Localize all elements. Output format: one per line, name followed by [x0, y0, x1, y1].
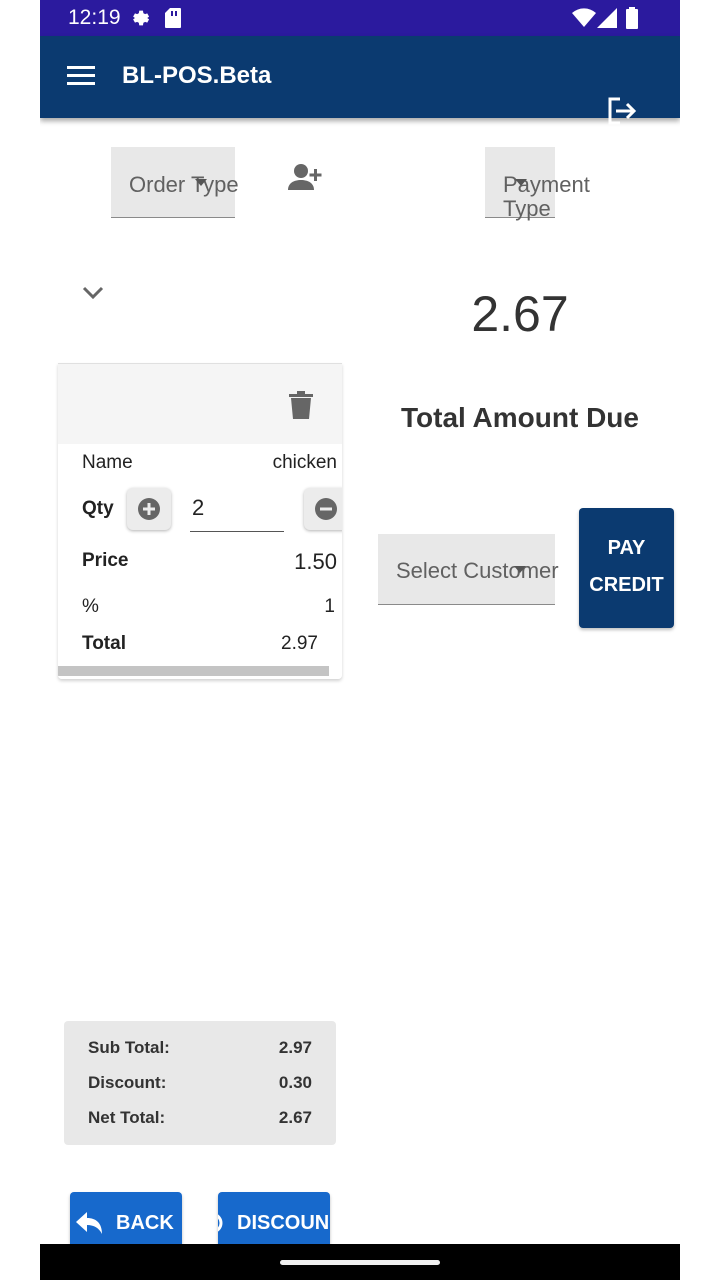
amount-due-value: 2.67 [471, 286, 569, 342]
dropdown-arrow-icon [515, 179, 527, 186]
horizontal-scrollbar[interactable] [58, 666, 342, 679]
reply-arrow-icon [76, 1212, 102, 1240]
delete-icon[interactable] [289, 391, 313, 424]
pay-credit-label-line1: PAY [607, 537, 646, 559]
sd-card-icon [164, 7, 182, 34]
chevron-down-icon[interactable] [82, 286, 104, 305]
system-nav-bar [40, 1244, 680, 1280]
wifi-icon [572, 8, 596, 33]
add-customer-icon[interactable] [288, 162, 324, 197]
qty-value: 2 [192, 495, 205, 520]
order-type-dropdown[interactable]: Order Type [111, 147, 239, 218]
status-bar: 12:19 [40, 0, 680, 36]
qty-input[interactable]: 2 [190, 491, 284, 532]
sub-total-label: Sub Total: [88, 1038, 170, 1057]
scrollbar-thumb[interactable] [58, 666, 329, 676]
signal-icon [597, 8, 617, 33]
item-total-value: 2.97 [281, 633, 318, 654]
menu-icon[interactable] [67, 66, 95, 91]
item-card-header [58, 363, 342, 444]
app-title: BL-POS.Beta [122, 62, 272, 89]
plus-circle-icon [138, 498, 160, 520]
totals-panel: Sub Total: 2.97 Discount: 0.30 Net Total… [64, 1021, 336, 1145]
dropdown-arrow-icon [195, 179, 207, 186]
minus-circle-icon [315, 498, 337, 520]
logout-icon[interactable] [606, 96, 638, 131]
item-percent-value: 1 [324, 596, 335, 617]
app-bar: BL-POS.Beta [40, 36, 680, 125]
battery-icon [626, 7, 638, 34]
back-button[interactable]: BACK [70, 1192, 182, 1248]
qty-increase-button[interactable] [127, 488, 171, 530]
discount-value: 0.30 [278, 1073, 312, 1092]
status-time: 12:19 [68, 6, 121, 29]
net-total-label: Net Total: [88, 1108, 166, 1127]
order-type-placeholder: Order Type [129, 172, 239, 197]
item-total-label: Total [82, 633, 126, 654]
payment-type-placeholder-line2: Type [503, 196, 551, 221]
sub-total-value: 2.97 [278, 1038, 312, 1057]
discount-label: Discount: [88, 1073, 167, 1092]
qty-decrease-button[interactable] [304, 488, 342, 530]
item-name-label: Name [82, 452, 133, 473]
item-price-value: 1.50 [294, 549, 337, 574]
item-percent-label: % [82, 596, 99, 617]
discount-button-label: DISCOUN [237, 1212, 330, 1234]
back-button-label: BACK [116, 1212, 174, 1234]
item-name-value: chicken [272, 452, 337, 473]
pay-credit-label-line2: CREDIT [589, 574, 664, 596]
home-gesture-handle[interactable] [280, 1260, 440, 1265]
app-screen: 12:19 BL-POS.Beta Order Type Payment Typ… [40, 0, 680, 1280]
select-customer-dropdown[interactable]: Select Customer [378, 534, 559, 605]
discount-button[interactable]: DISCOUN [218, 1192, 330, 1248]
discount-icon [218, 1212, 224, 1240]
item-qty-label: Qty [82, 498, 114, 519]
item-price-label: Price [82, 550, 129, 571]
payment-type-dropdown[interactable]: Payment Type [485, 147, 590, 221]
pay-credit-button[interactable]: PAY CREDIT [579, 508, 674, 628]
amount-due-label: Total Amount Due [401, 402, 639, 433]
dropdown-arrow-icon [514, 566, 526, 573]
select-customer-placeholder: Select Customer [396, 558, 559, 583]
order-item-card: Name chicken Qty 2 Price 1.50 % 1 Total … [58, 363, 342, 679]
net-total-value: 2.67 [278, 1108, 312, 1127]
settings-icon [128, 7, 150, 34]
